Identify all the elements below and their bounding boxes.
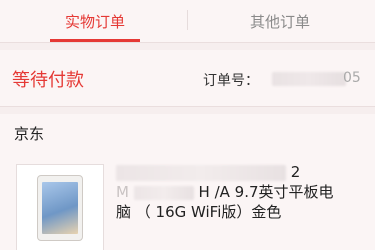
product-thumbnail[interactable] [16,164,104,250]
product-name-line-2: M H /A 9.7英寸平板电 [116,182,356,202]
product-item[interactable]: 2 M H /A 9.7英寸平板电 脑 （ 16G WiFi版）金色 [0,152,375,250]
masked-text [133,185,194,200]
tablet-screen [42,182,78,234]
tab-physical-orders[interactable]: 实物订单 [40,0,150,42]
tab-other-orders[interactable]: 其他订单 [225,0,335,42]
order-tabs: 实物订单 其他订单 [0,0,375,43]
shop-name: 京东 [14,125,45,143]
product-name-line-2-faded: M [116,183,129,201]
order-number-tail: 05 [343,70,361,86]
product-name-line-3: 脑 （ 16G WiFi版）金色 [116,203,282,221]
masked-text [116,164,286,181]
product-name-line-2-rest: H /A 9.7英寸平板电 [198,183,334,201]
tablet-image [37,175,83,241]
order-number-masked [272,72,346,86]
order-header: 等待付款 订单号： 05 [0,50,375,107]
order-page: 实物订单 其他订单 等待付款 订单号： 05 京东 2 M H /A 9.7英寸… [0,0,375,250]
order-number-label: 订单号： [203,73,259,89]
product-name-line-1: 2 [116,162,356,182]
product-name-line-1-tail: 2 [290,163,301,181]
product-name[interactable]: 2 M H /A 9.7英寸平板电 脑 （ 16G WiFi版）金色 [116,162,356,222]
active-tab-indicator [50,39,140,42]
order-status: 等待付款 [12,70,84,91]
shop-row[interactable]: 京东 [0,114,375,153]
tab-divider [187,10,188,30]
